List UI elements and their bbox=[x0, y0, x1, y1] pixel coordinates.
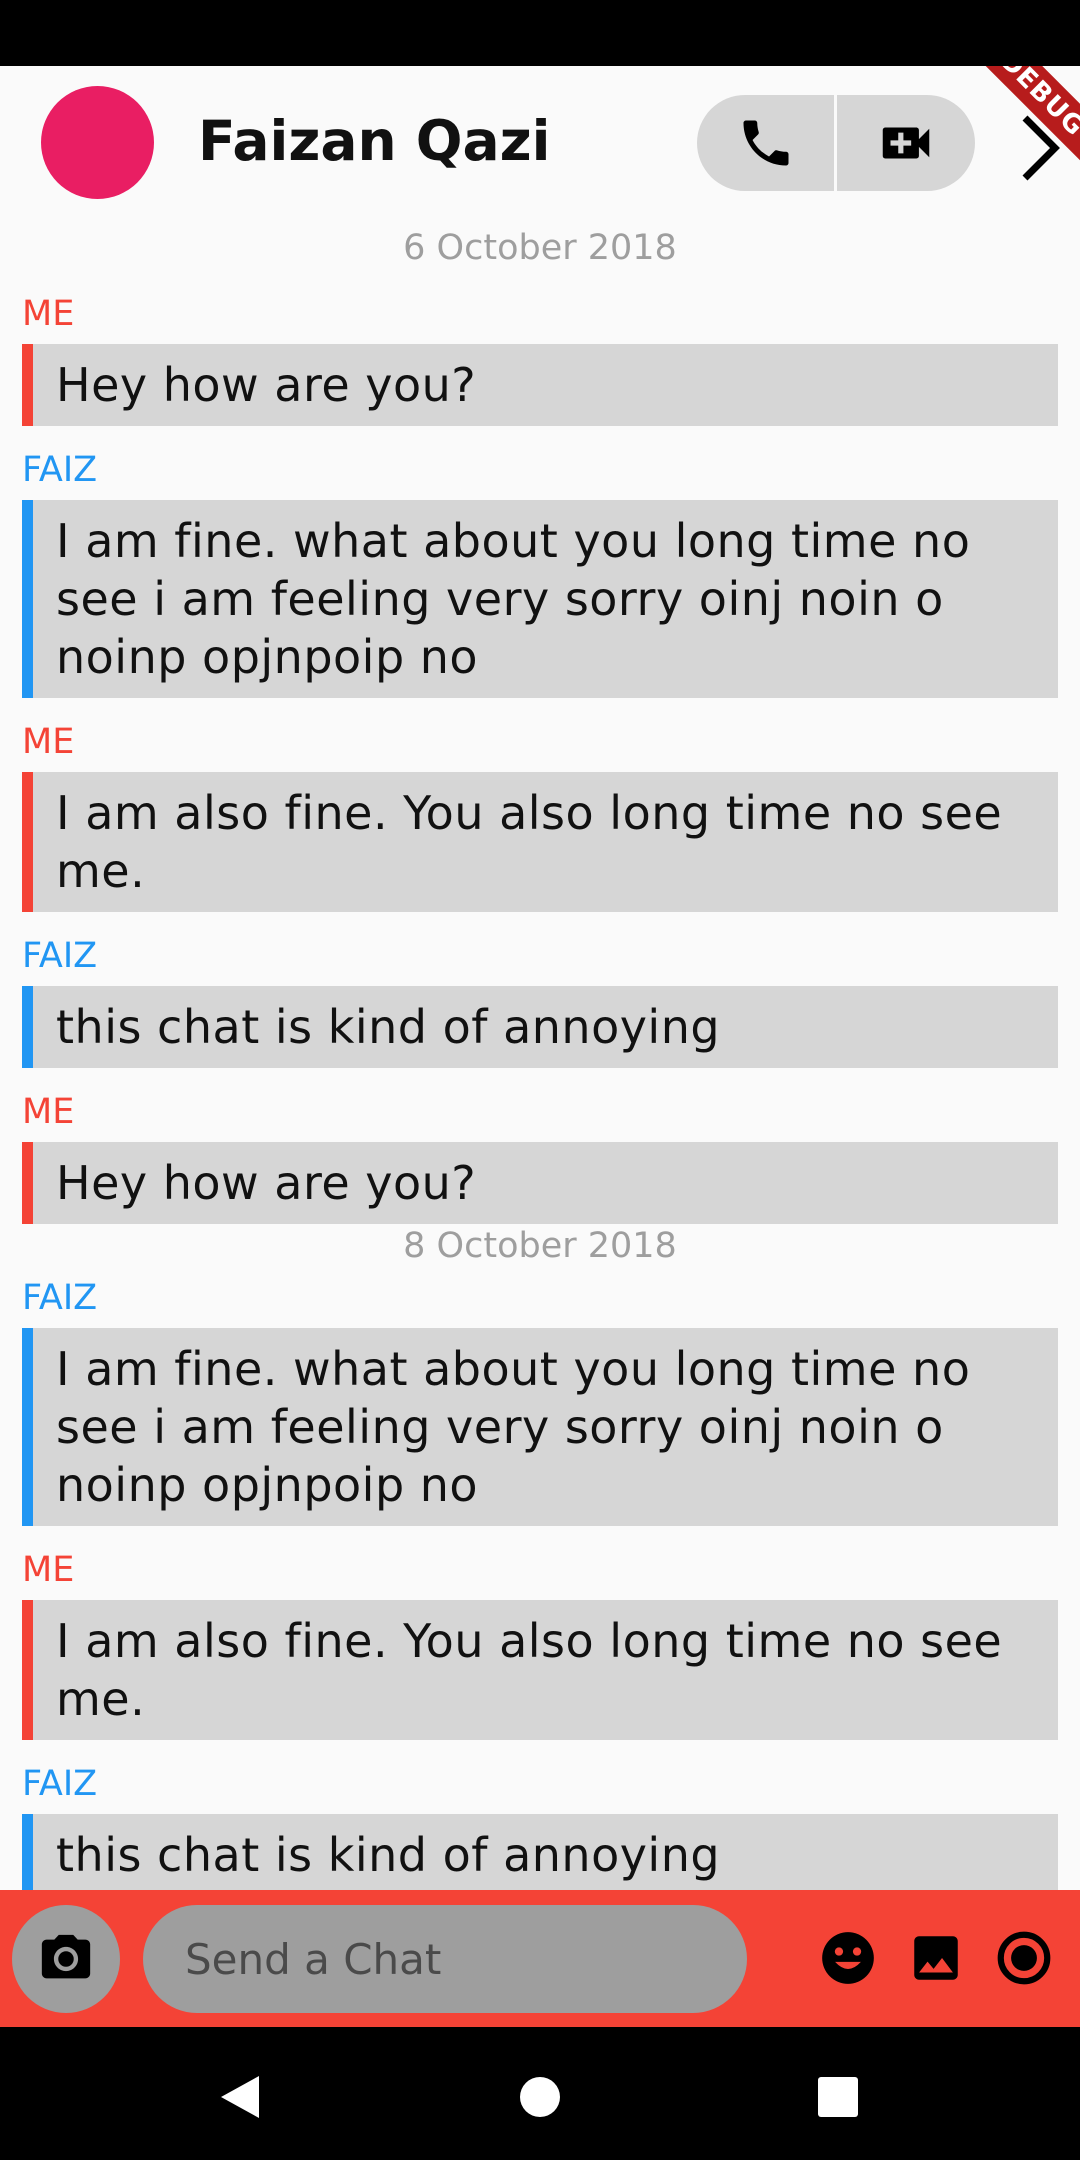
camera-icon bbox=[41, 1934, 91, 1979]
nav-back-button[interactable] bbox=[200, 2057, 280, 2137]
app-bar: Faizan Qazi bbox=[0, 66, 1080, 220]
message-bubble[interactable]: this chat is kind of annoying bbox=[22, 986, 1058, 1068]
message-sender: ME bbox=[22, 1550, 75, 1590]
record-button[interactable] bbox=[986, 1920, 1062, 1996]
message-sender: FAIZ bbox=[22, 1278, 98, 1318]
phone-icon bbox=[743, 120, 788, 166]
message-sender: ME bbox=[22, 1092, 75, 1132]
home-icon bbox=[520, 2077, 560, 2117]
message-sender: FAIZ bbox=[22, 936, 98, 976]
message-item: ME I am also fine. You also long time no … bbox=[0, 698, 1080, 912]
nav-recents-button[interactable] bbox=[798, 2057, 878, 2137]
avatar[interactable] bbox=[41, 86, 154, 199]
message-bubble[interactable]: I am also fine. You also long time no se… bbox=[22, 772, 1058, 912]
chat-message-list[interactable]: 6 October 2018 ME Hey how are you? FAIZ I am… bbox=[0, 220, 1080, 1890]
forward-button[interactable] bbox=[1010, 108, 1070, 188]
message-bubble[interactable]: I am also fine. You also long time no se… bbox=[22, 1600, 1058, 1740]
back-icon bbox=[221, 2076, 259, 2118]
date-separator: 6 October 2018 bbox=[403, 228, 677, 268]
camera-button[interactable] bbox=[12, 1905, 120, 2013]
date-separator: 8 October 2018 bbox=[403, 1226, 677, 1266]
message-item: ME Hey how are you? bbox=[0, 1068, 1080, 1224]
message-sender: ME bbox=[22, 722, 75, 762]
emoji-icon bbox=[822, 1932, 874, 1984]
message-item: FAIZ I am fine. what about you long time … bbox=[0, 426, 1080, 698]
record-icon bbox=[997, 1931, 1051, 1985]
contact-name: Faizan Qazi bbox=[198, 109, 551, 173]
message-bubble[interactable]: I am fine. what about you long time no s… bbox=[22, 1328, 1058, 1526]
message-sender: FAIZ bbox=[22, 450, 98, 490]
message-sender: FAIZ bbox=[22, 1764, 98, 1804]
message-sender: ME bbox=[22, 294, 75, 334]
message-bubble[interactable]: Hey how are you? bbox=[22, 1142, 1058, 1224]
image-icon bbox=[914, 1936, 958, 1980]
status-bar bbox=[0, 0, 1080, 66]
message-item: ME I am also fine. You also long time no … bbox=[0, 1526, 1080, 1740]
recents-icon bbox=[818, 2077, 858, 2117]
message-item: FAIZ this chat is kind of annoying bbox=[0, 1740, 1080, 1890]
video-call-button[interactable] bbox=[837, 95, 974, 191]
image-button[interactable] bbox=[898, 1920, 974, 1996]
voice-call-button[interactable] bbox=[697, 95, 834, 191]
emoji-button[interactable] bbox=[810, 1920, 886, 1996]
message-bubble[interactable]: I am fine. what about you long time no s… bbox=[22, 500, 1058, 698]
message-item: FAIZ I am fine. what about you long time … bbox=[0, 1268, 1080, 1526]
message-item: ME Hey how are you? bbox=[0, 270, 1080, 426]
chevron-right-icon bbox=[1022, 115, 1060, 181]
message-bubble[interactable]: this chat is kind of annoying bbox=[22, 1814, 1058, 1890]
chat-composer-bar bbox=[0, 1890, 1080, 2027]
nav-home-button[interactable] bbox=[500, 2057, 580, 2137]
call-button-group bbox=[697, 95, 975, 191]
message-item: FAIZ this chat is kind of annoying bbox=[0, 912, 1080, 1068]
video-call-icon bbox=[882, 127, 929, 159]
message-bubble[interactable]: Hey how are you? bbox=[22, 344, 1058, 426]
chat-input[interactable] bbox=[143, 1905, 747, 2013]
system-nav-bar bbox=[0, 2027, 1080, 2160]
